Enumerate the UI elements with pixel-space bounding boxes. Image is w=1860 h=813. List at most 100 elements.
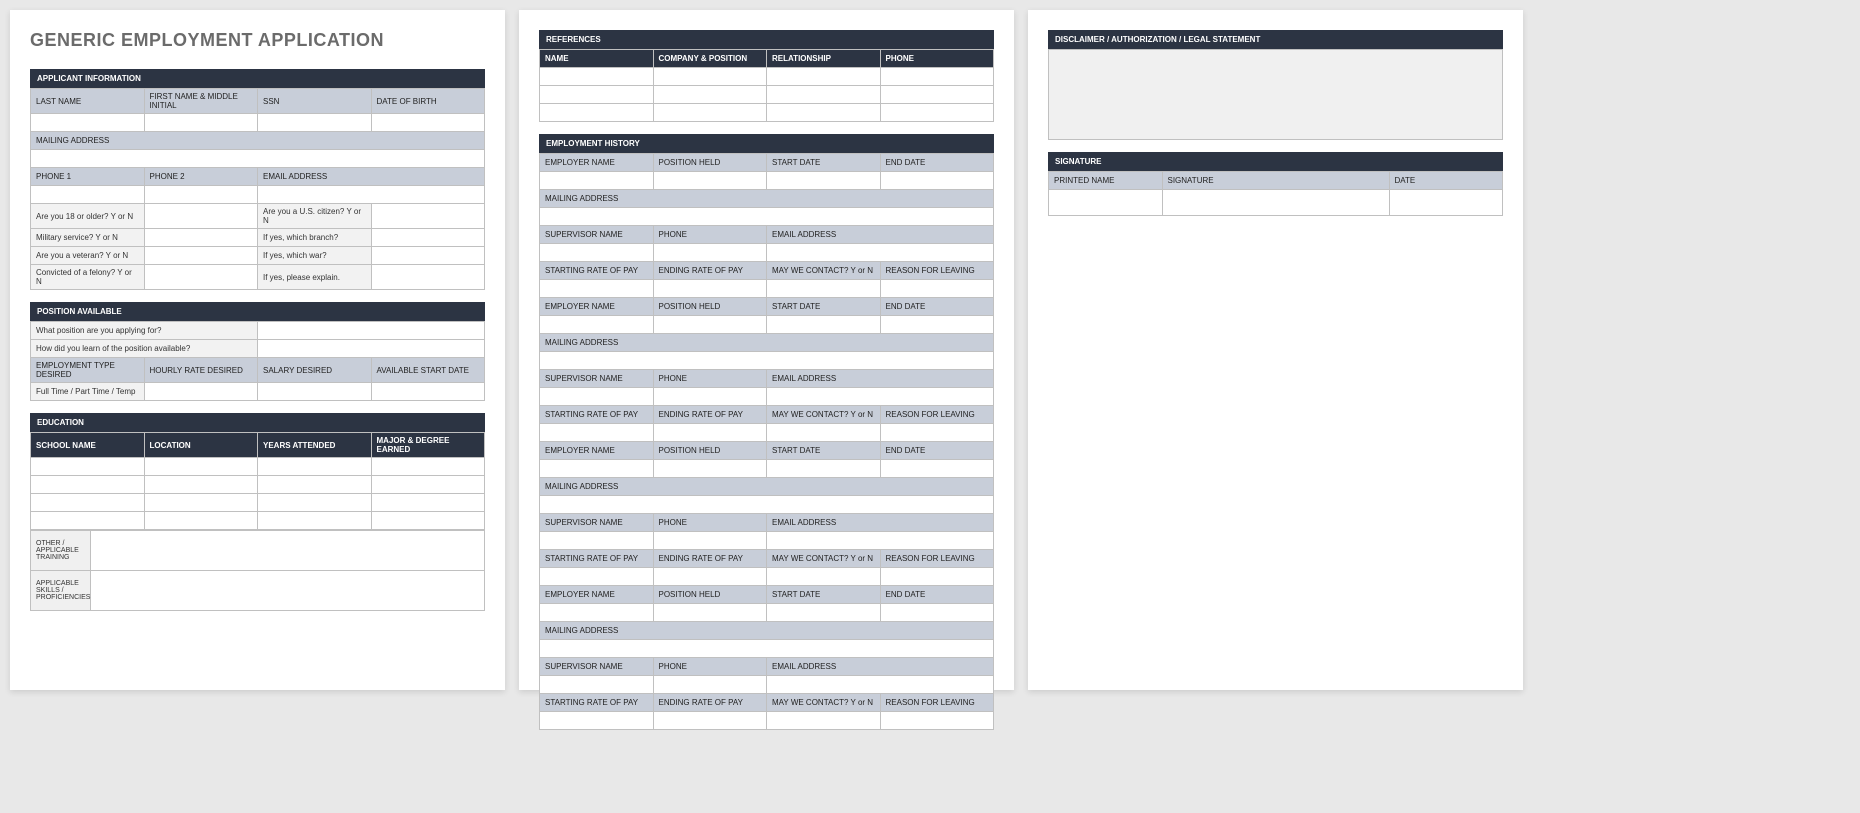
edu-row[interactable] <box>144 476 258 494</box>
input-hist-phone[interactable] <box>653 676 767 694</box>
input-employer[interactable] <box>540 172 654 190</box>
input-felony[interactable] <box>144 265 258 290</box>
input-citizen[interactable] <box>371 204 485 229</box>
input-date[interactable] <box>1389 190 1503 216</box>
edu-row[interactable] <box>258 494 372 512</box>
input-start[interactable] <box>767 172 881 190</box>
edu-row[interactable] <box>144 494 258 512</box>
input-other-training[interactable] <box>91 531 485 571</box>
ref-row[interactable] <box>880 86 994 104</box>
input-learn[interactable] <box>258 340 485 358</box>
input-supervisor[interactable] <box>540 388 654 406</box>
ref-row[interactable] <box>767 68 881 86</box>
input-hist-mailing[interactable] <box>540 496 994 514</box>
input-start-pay[interactable] <box>540 424 654 442</box>
edu-row[interactable] <box>371 458 485 476</box>
input-hist-email[interactable] <box>767 388 994 406</box>
input-reason[interactable] <box>880 280 994 298</box>
input-hist-phone[interactable] <box>653 532 767 550</box>
input-ssn[interactable] <box>258 114 372 132</box>
input-employer[interactable] <box>540 604 654 622</box>
input-position[interactable] <box>653 172 767 190</box>
input-mailing[interactable] <box>31 150 485 168</box>
ref-row[interactable] <box>653 104 767 122</box>
input-apply[interactable] <box>258 322 485 340</box>
input-skills[interactable] <box>91 571 485 611</box>
ref-row[interactable] <box>767 86 881 104</box>
edu-row[interactable] <box>371 512 485 530</box>
ref-row[interactable] <box>653 68 767 86</box>
edu-row[interactable] <box>31 476 145 494</box>
input-phone2[interactable] <box>144 186 258 204</box>
input-hist-mailing[interactable] <box>540 640 994 658</box>
edu-row[interactable] <box>144 512 258 530</box>
input-contact[interactable] <box>767 712 881 730</box>
input-position[interactable] <box>653 316 767 334</box>
input-hist-phone[interactable] <box>653 244 767 262</box>
input-contact[interactable] <box>767 280 881 298</box>
input-start[interactable] <box>767 316 881 334</box>
ref-row[interactable] <box>540 68 654 86</box>
input-contact[interactable] <box>767 424 881 442</box>
ref-row[interactable] <box>540 86 654 104</box>
input-first-name[interactable] <box>144 114 258 132</box>
input-end[interactable] <box>880 172 994 190</box>
edu-row[interactable] <box>371 494 485 512</box>
input-employer[interactable] <box>540 316 654 334</box>
input-position[interactable] <box>653 604 767 622</box>
edu-row[interactable] <box>258 476 372 494</box>
edu-row[interactable] <box>31 512 145 530</box>
input-contact[interactable] <box>767 568 881 586</box>
ref-row[interactable] <box>653 86 767 104</box>
input-start-pay[interactable] <box>540 712 654 730</box>
input-veteran[interactable] <box>144 247 258 265</box>
edu-row[interactable] <box>371 476 485 494</box>
input-signature[interactable] <box>1162 190 1389 216</box>
input-start-pay[interactable] <box>540 280 654 298</box>
input-salary[interactable] <box>258 383 372 401</box>
input-employer[interactable] <box>540 460 654 478</box>
input-end[interactable] <box>880 316 994 334</box>
input-start[interactable] <box>767 604 881 622</box>
input-reason[interactable] <box>880 568 994 586</box>
input-end-pay[interactable] <box>653 280 767 298</box>
input-end[interactable] <box>880 460 994 478</box>
input-phone1[interactable] <box>31 186 145 204</box>
input-last-name[interactable] <box>31 114 145 132</box>
input-start[interactable] <box>767 460 881 478</box>
input-hist-email[interactable] <box>767 676 994 694</box>
input-start-pay[interactable] <box>540 568 654 586</box>
edu-row[interactable] <box>31 494 145 512</box>
input-hist-phone[interactable] <box>653 388 767 406</box>
input-war[interactable] <box>371 247 485 265</box>
input-end-pay[interactable] <box>653 712 767 730</box>
input-18[interactable] <box>144 204 258 229</box>
edu-row[interactable] <box>144 458 258 476</box>
input-printed-name[interactable] <box>1049 190 1163 216</box>
input-supervisor[interactable] <box>540 676 654 694</box>
input-military[interactable] <box>144 229 258 247</box>
input-reason[interactable] <box>880 424 994 442</box>
input-reason[interactable] <box>880 712 994 730</box>
disclaimer-body[interactable] <box>1049 50 1503 140</box>
ref-row[interactable] <box>880 68 994 86</box>
input-supervisor[interactable] <box>540 244 654 262</box>
input-rate[interactable] <box>144 383 258 401</box>
input-supervisor[interactable] <box>540 532 654 550</box>
input-end-pay[interactable] <box>653 424 767 442</box>
input-hist-email[interactable] <box>767 532 994 550</box>
edu-row[interactable] <box>258 458 372 476</box>
input-email[interactable] <box>258 186 485 204</box>
ref-row[interactable] <box>540 104 654 122</box>
edu-row[interactable] <box>31 458 145 476</box>
input-hist-mailing[interactable] <box>540 352 994 370</box>
input-position[interactable] <box>653 460 767 478</box>
ref-row[interactable] <box>767 104 881 122</box>
input-explain[interactable] <box>371 265 485 290</box>
input-hist-mailing[interactable] <box>540 208 994 226</box>
input-branch[interactable] <box>371 229 485 247</box>
ref-row[interactable] <box>880 104 994 122</box>
edu-row[interactable] <box>258 512 372 530</box>
input-hist-email[interactable] <box>767 244 994 262</box>
input-end[interactable] <box>880 604 994 622</box>
